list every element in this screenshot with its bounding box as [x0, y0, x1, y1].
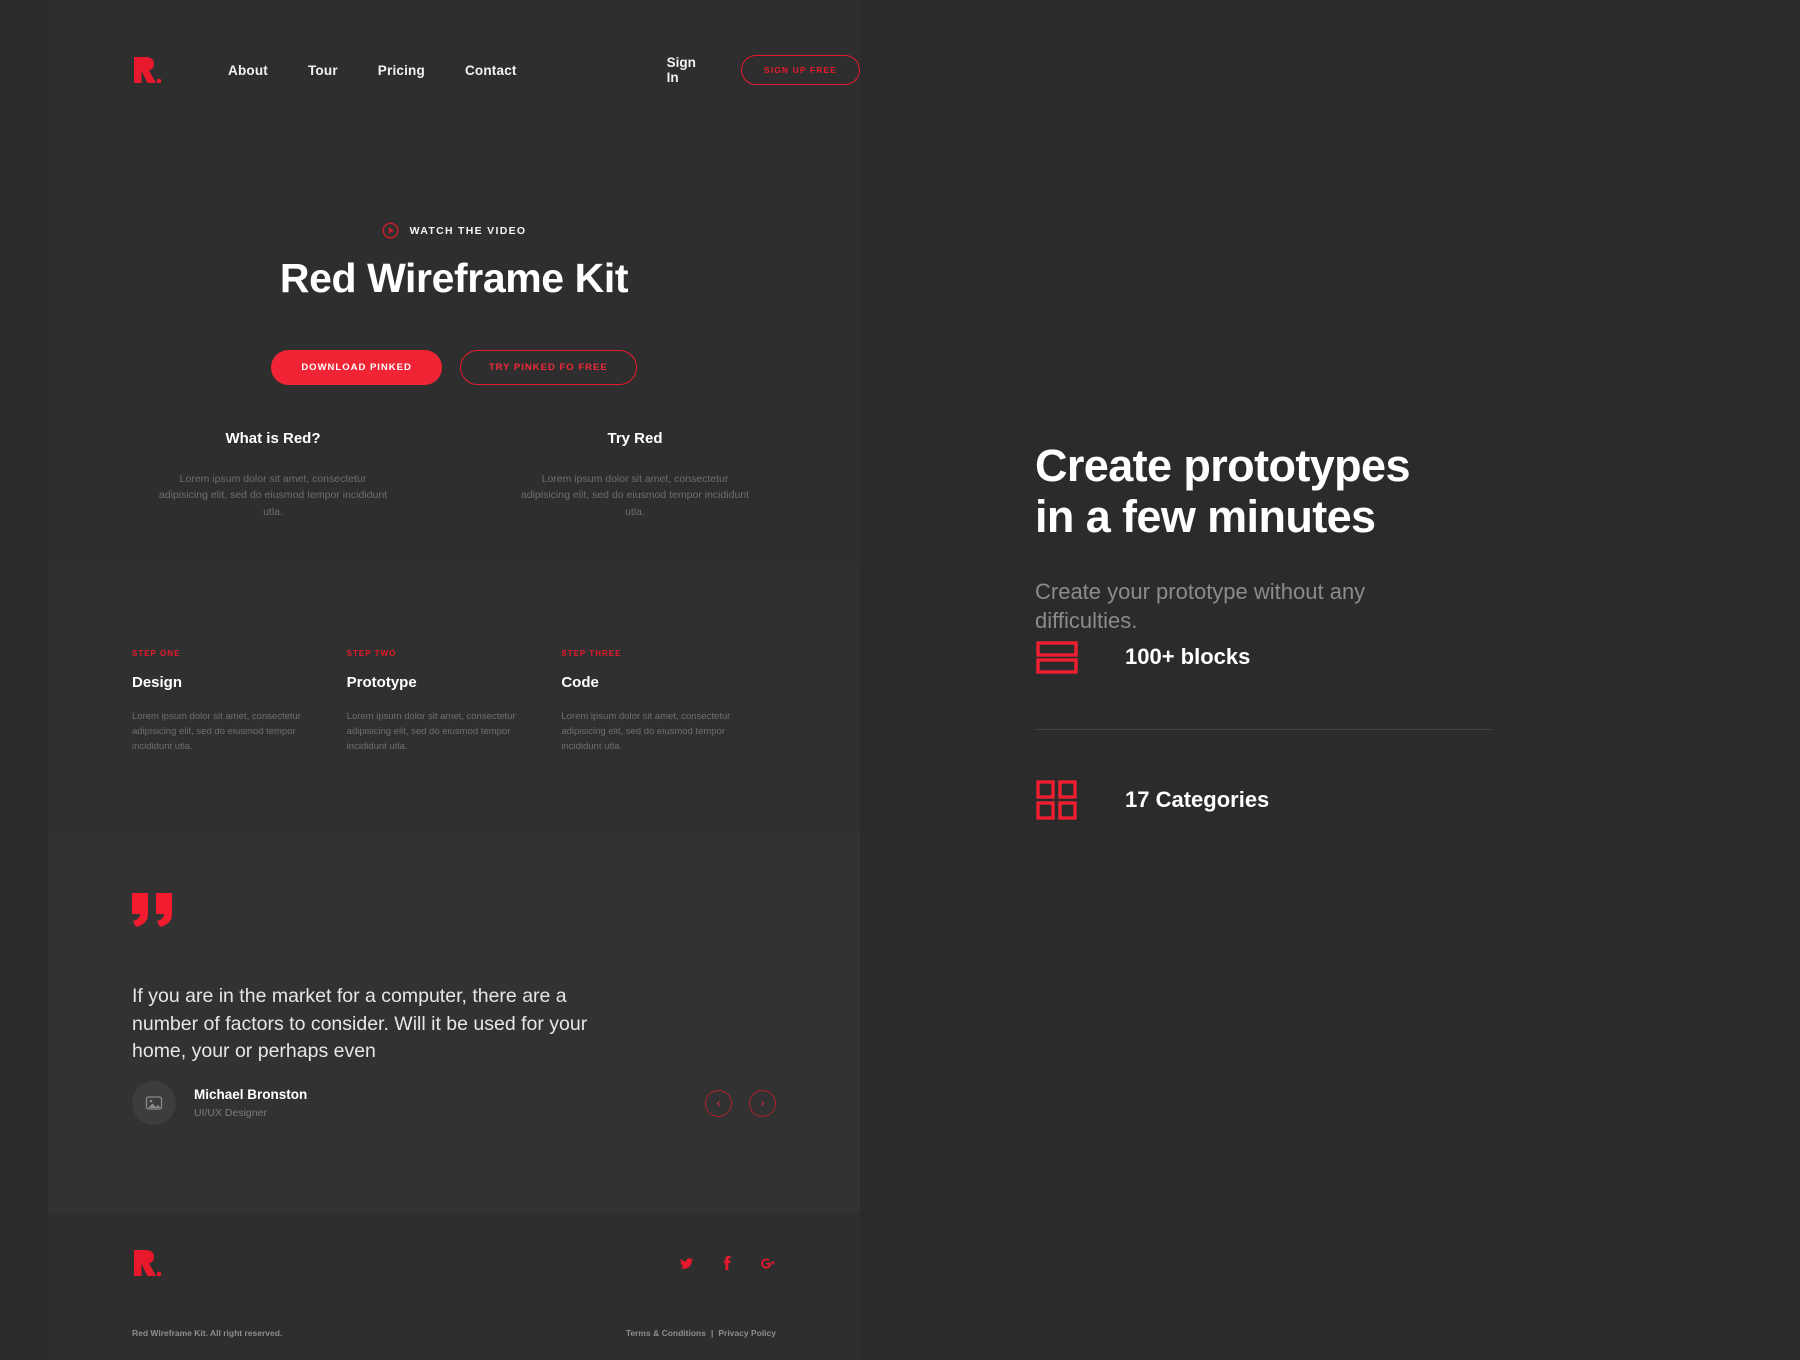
website-mockup-preview: About Tour Pricing Contact Sign In SIGN …	[48, 0, 860, 1360]
footer-bottom-row: Red Wireframe Kit. All right reserved. T…	[132, 1328, 776, 1338]
footer-separator: |	[710, 1328, 714, 1338]
footer-top-row	[132, 1248, 776, 1278]
rows-icon	[1035, 635, 1079, 679]
column-body: Lorem ipsum dolor sit amet, consectetur …	[520, 473, 750, 518]
download-pinked-button[interactable]: DOWNLOAD PINKED	[271, 350, 442, 385]
try-pinked-free-button[interactable]: TRY PINKED FO FREE	[459, 350, 637, 385]
feature-blocks-label: 100+ blocks	[1125, 644, 1251, 670]
footer-legal-links: Terms & Conditions | Privacy Policy	[626, 1328, 776, 1338]
step-item-two: STEP TWO Prototype Lorem ipsum dolor sit…	[347, 649, 562, 755]
promo-title-line-1: Create prototypes	[1035, 440, 1411, 491]
steps-list: STEP ONE Design Lorem ipsum dolor sit am…	[132, 649, 776, 755]
promo-panel: Create prototypes in a few minutes Creat…	[1035, 440, 1555, 822]
promo-title: Create prototypes in a few minutes	[1035, 440, 1555, 543]
google-plus-icon[interactable]	[761, 1257, 776, 1270]
mockup-steps-section: STEP ONE Design Lorem ipsum dolor sit am…	[48, 566, 860, 831]
promo-title-line-2: in a few minutes	[1035, 491, 1376, 543]
next-arrow-button[interactable]: ›	[749, 1089, 776, 1117]
play-circle-icon	[382, 222, 399, 239]
mockup-footer-section: Red Wireframe Kit. All right reserved. T…	[48, 1213, 860, 1360]
footer-socials	[680, 1256, 776, 1270]
avatar	[132, 1081, 176, 1125]
grid-icon	[1035, 778, 1079, 822]
step-kicker: STEP THREE	[561, 649, 622, 658]
testimonial-author: Michael Bronston UI/UX Designer	[132, 1081, 307, 1125]
author-name: Michael Bronston	[194, 1087, 308, 1102]
feature-divider	[1035, 729, 1491, 731]
step-title: Code	[561, 674, 599, 691]
step-item-three: STEP THREE Code Lorem ipsum dolor sit am…	[561, 649, 776, 755]
column-body: Lorem ipsum dolor sit amet, consectetur …	[158, 473, 388, 518]
step-kicker: STEP ONE	[132, 649, 181, 658]
page-root: About Tour Pricing Contact Sign In SIGN …	[0, 0, 1800, 1360]
quote-mark-icon	[132, 893, 174, 927]
feature-blocks: 100+ blocks	[1035, 635, 1555, 679]
step-body: Lorem ipsum dolor sit amet, consectetur …	[561, 711, 731, 753]
feature-categories: 17 Categories	[1035, 778, 1555, 822]
column-title: Try Red	[607, 430, 663, 447]
column-title: What is Red?	[225, 430, 321, 447]
step-kicker: STEP TWO	[346, 649, 397, 658]
step-body: Lorem ipsum dolor sit amet, consectetur …	[132, 711, 301, 753]
watch-the-video-label: WATCH THE VIDEO	[409, 224, 527, 237]
step-title: Design	[132, 674, 183, 691]
facebook-icon[interactable]	[723, 1256, 731, 1270]
footer-copyright: Red Wireframe Kit. All right reserved.	[132, 1328, 283, 1338]
prev-arrow-button[interactable]: ‹	[705, 1089, 732, 1117]
column-try-red: Try Red Lorem ipsum dolor sit amet, cons…	[520, 430, 750, 520]
testimonial-quote: If you are in the market for a computer,…	[132, 985, 588, 1063]
twitter-icon[interactable]	[680, 1257, 693, 1270]
promo-subtitle: Create your prototype without any diffic…	[1035, 578, 1366, 633]
mockup-hero-buttons: DOWNLOAD PINKED TRY PINKED FO FREE	[48, 350, 860, 385]
mockup-hero-title: Red Wireframe Kit	[279, 255, 629, 301]
mockup-testimonial-section: If you are in the market for a computer,…	[48, 831, 860, 1213]
terms-link[interactable]: Terms & Conditions	[626, 1328, 706, 1338]
footer-logo-r-icon[interactable]	[132, 1248, 166, 1278]
mockup-hero-content: WATCH THE VIDEO Red Wireframe Kit DOWNLO…	[48, 0, 860, 385]
step-title: Prototype	[346, 674, 417, 691]
step-body: Lorem ipsum dolor sit amet, consectetur …	[346, 711, 516, 753]
watch-the-video-link[interactable]: WATCH THE VIDEO	[48, 222, 860, 239]
mockup-hero-section: About Tour Pricing Contact Sign In SIGN …	[48, 0, 860, 566]
feature-categories-label: 17 Categories	[1125, 787, 1270, 813]
privacy-link[interactable]: Privacy Policy	[718, 1328, 776, 1338]
testimonial-nav: ‹ ›	[705, 1089, 776, 1117]
testimonial-footer: Michael Bronston UI/UX Designer ‹ ›	[132, 1081, 776, 1125]
testimonial-content: If you are in the market for a computer,…	[132, 893, 776, 1066]
author-role: UI/UX Designer	[194, 1107, 267, 1119]
step-item-one: STEP ONE Design Lorem ipsum dolor sit am…	[132, 649, 347, 755]
column-what-is-red: What is Red? Lorem ipsum dolor sit amet,…	[158, 430, 388, 520]
mockup-two-column-section: What is Red? Lorem ipsum dolor sit amet,…	[48, 430, 860, 520]
